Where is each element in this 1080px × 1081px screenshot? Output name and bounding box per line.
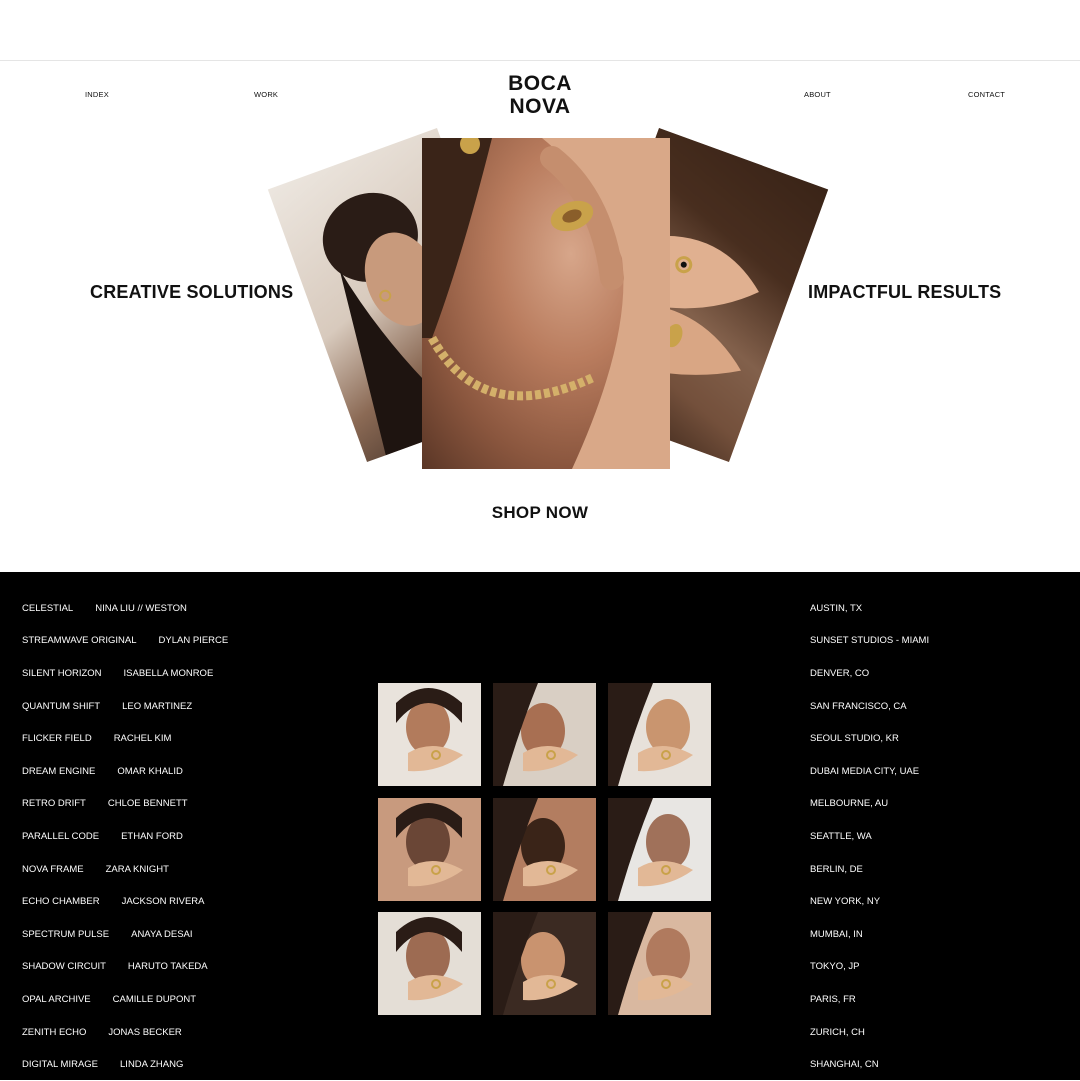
project-person: OMAR KHALID bbox=[117, 765, 183, 777]
photo-hands-hair-rings-icon bbox=[493, 912, 578, 1015]
project-person: LINDA ZHANG bbox=[120, 1059, 184, 1071]
project-person: JACKSON RIVERA bbox=[121, 896, 205, 908]
list-item[interactable]: NOVA FRAME ZARA KNIGHT bbox=[22, 853, 228, 886]
photo-smiling-woman-rings-icon bbox=[493, 683, 578, 786]
project-person: ANAYA DESAI bbox=[131, 928, 193, 940]
photo-stacked-hands-rings-icon bbox=[608, 912, 693, 1015]
project-name: NOVA FRAME bbox=[22, 863, 84, 875]
project-person: CHLOE BENNETT bbox=[107, 798, 188, 810]
gallery-thumbnail[interactable] bbox=[493, 797, 596, 901]
list-item[interactable]: SILENT HORIZON ISABELLA MONROE bbox=[22, 657, 228, 690]
logo-line-2: NOVA bbox=[509, 95, 571, 118]
brand-logo[interactable]: BOCA NOVA bbox=[0, 72, 1080, 118]
project-person: NINA LIU // WESTON bbox=[95, 602, 187, 614]
list-item[interactable]: QUANTUM SHIFT LEO MARTINEZ bbox=[22, 690, 228, 723]
location-item[interactable]: SAN FRANCISCO, CA bbox=[810, 690, 929, 723]
list-item[interactable]: OPAL ARCHIVE CAMILLE DUPONT bbox=[22, 983, 228, 1016]
location-item[interactable]: ZURICH, CH bbox=[810, 1016, 929, 1049]
project-name: OPAL ARCHIVE bbox=[22, 993, 91, 1005]
photo-closeup-eyes-hands-icon bbox=[396, 802, 463, 886]
project-name: STREAMWAVE ORIGINAL bbox=[22, 635, 137, 647]
gallery-thumbnail[interactable] bbox=[608, 912, 711, 1015]
list-item[interactable]: ZENITH ECHO JONAS BECKER bbox=[22, 1016, 228, 1049]
gold-necklace-ring-icon bbox=[422, 138, 670, 469]
location-item[interactable]: SEATTLE, WA bbox=[810, 820, 929, 853]
location-item[interactable]: SEOUL STUDIO, KR bbox=[810, 722, 929, 755]
gallery-thumbnail[interactable] bbox=[378, 797, 481, 901]
gallery-grid bbox=[378, 683, 711, 1015]
project-person: CAMILLE DUPONT bbox=[112, 993, 197, 1005]
project-person: JONAS BECKER bbox=[108, 1026, 182, 1038]
project-person: ISABELLA MONROE bbox=[123, 667, 214, 679]
header-divider bbox=[0, 60, 1080, 61]
project-name: ECHO CHAMBER bbox=[22, 896, 100, 908]
photo-hoop-earring-profile-icon bbox=[608, 797, 693, 901]
project-name: DREAM ENGINE bbox=[22, 765, 96, 777]
location-list: AUSTIN, TX SUNSET STUDIOS - MIAMI DENVER… bbox=[810, 592, 929, 1081]
list-item[interactable]: SHADOW CIRCUIT HARUTO TAKEDA bbox=[22, 951, 228, 984]
list-item[interactable]: PARALLEL CODE ETHAN FORD bbox=[22, 820, 228, 853]
footer: CELESTIAL NINA LIU // WESTON STREAMWAVE O… bbox=[0, 572, 1080, 1080]
logo-line-1: BOCA bbox=[508, 72, 572, 95]
project-name: DIGITAL MIRAGE bbox=[22, 1059, 99, 1071]
photo-woman-hand-face-icon bbox=[396, 917, 463, 1001]
project-person: DYLAN PIERCE bbox=[158, 635, 229, 647]
photo-hands-necklace-icon bbox=[493, 797, 578, 901]
nav-about-link[interactable]: ABOUT bbox=[804, 90, 831, 99]
photo-blonde-woman-rings-icon bbox=[608, 683, 693, 786]
project-person: LEO MARTINEZ bbox=[122, 700, 193, 712]
list-item[interactable]: RETRO DRIFT CHLOE BENNETT bbox=[22, 788, 228, 821]
project-person: RACHEL KIM bbox=[113, 733, 172, 745]
location-item[interactable]: SUNSET STUDIOS - MIAMI bbox=[810, 625, 929, 658]
gallery-thumbnail[interactable] bbox=[608, 683, 711, 786]
location-item[interactable]: AUSTIN, TX bbox=[810, 592, 929, 625]
gallery-thumbnail[interactable] bbox=[608, 797, 711, 901]
list-item[interactable]: DREAM ENGINE OMAR KHALID bbox=[22, 755, 228, 788]
project-name: CELESTIAL bbox=[22, 602, 74, 614]
project-name: RETRO DRIFT bbox=[22, 798, 86, 810]
project-name: FLICKER FIELD bbox=[22, 733, 92, 745]
location-item[interactable]: BERLIN, DE bbox=[810, 853, 929, 886]
location-item[interactable]: DUBAI MEDIA CITY, UAE bbox=[810, 755, 929, 788]
project-name: SHADOW CIRCUIT bbox=[22, 961, 106, 973]
tagline-left: CREATIVE SOLUTIONS bbox=[90, 282, 294, 302]
photo-woman-white-blazer-icon bbox=[396, 688, 463, 772]
project-name: SPECTRUM PULSE bbox=[22, 928, 110, 940]
list-item[interactable]: ECHO CHAMBER JACKSON RIVERA bbox=[22, 885, 228, 918]
list-item[interactable]: CELESTIAL NINA LIU // WESTON bbox=[22, 592, 228, 625]
nav-contact-link[interactable]: CONTACT bbox=[968, 90, 1005, 99]
gallery-thumbnail[interactable] bbox=[493, 683, 596, 786]
gallery-thumbnail[interactable] bbox=[493, 912, 596, 1015]
project-person: ETHAN FORD bbox=[121, 830, 183, 842]
location-item[interactable]: TOKYO, JP bbox=[810, 951, 929, 984]
project-name: SILENT HORIZON bbox=[22, 667, 102, 679]
tagline-right: IMPACTFUL RESULTS bbox=[808, 282, 1002, 302]
project-name: PARALLEL CODE bbox=[22, 830, 100, 842]
project-list: CELESTIAL NINA LIU // WESTON STREAMWAVE O… bbox=[22, 592, 228, 1081]
list-item[interactable]: STREAMWAVE ORIGINAL DYLAN PIERCE bbox=[22, 625, 228, 658]
gallery-thumbnail[interactable] bbox=[378, 683, 481, 786]
location-item[interactable]: SHANGHAI, CN bbox=[810, 1048, 929, 1081]
list-item[interactable]: DIGITAL MIRAGE LINDA ZHANG bbox=[22, 1048, 228, 1081]
hero-photo-center bbox=[422, 138, 670, 469]
location-item[interactable]: MUMBAI, IN bbox=[810, 918, 929, 951]
project-person: HARUTO TAKEDA bbox=[127, 961, 208, 973]
project-person: ZARA KNIGHT bbox=[105, 863, 169, 875]
list-item[interactable]: SPECTRUM PULSE ANAYA DESAI bbox=[22, 918, 228, 951]
location-item[interactable]: DENVER, CO bbox=[810, 657, 929, 690]
location-item[interactable]: PARIS, FR bbox=[810, 983, 929, 1016]
gallery-thumbnail[interactable] bbox=[378, 912, 481, 1015]
project-name: QUANTUM SHIFT bbox=[22, 700, 101, 712]
shop-now-button[interactable]: SHOP NOW bbox=[0, 503, 1080, 523]
list-item[interactable]: FLICKER FIELD RACHEL KIM bbox=[22, 722, 228, 755]
project-name: ZENITH ECHO bbox=[22, 1026, 87, 1038]
location-item[interactable]: NEW YORK, NY bbox=[810, 885, 929, 918]
location-item[interactable]: MELBOURNE, AU bbox=[810, 788, 929, 821]
